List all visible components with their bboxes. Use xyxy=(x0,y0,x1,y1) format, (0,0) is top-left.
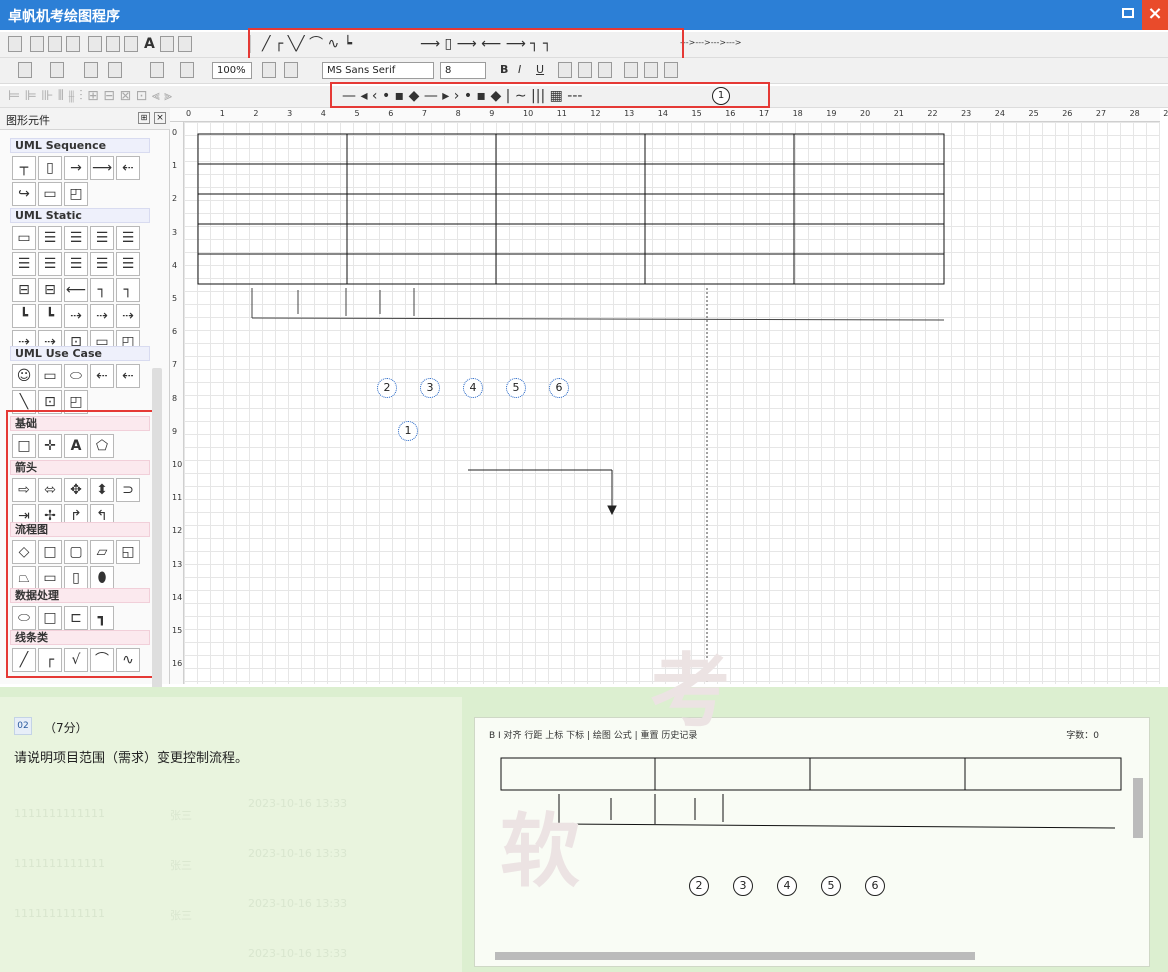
circle-6[interactable]: 6 xyxy=(549,378,569,398)
watermark-timestamp: 2023-10-16 13:33 xyxy=(248,797,348,810)
big-watermark-1: 软 xyxy=(500,805,580,898)
editor-circle-2: 2 xyxy=(689,876,709,896)
watermark-code: 1111111111111 xyxy=(14,807,105,820)
editor-scrollbar[interactable] xyxy=(1133,778,1143,838)
editor-circle-4: 4 xyxy=(777,876,797,896)
circle-4[interactable]: 4 xyxy=(463,378,483,398)
editor-circle-5: 5 xyxy=(821,876,841,896)
watermark-code-3: 1111111111111 xyxy=(14,907,105,920)
question-number: 02 xyxy=(14,717,32,735)
question-pane: 02 （7分） 请说明项目范围（需求）变更控制流程。 1111111111111… xyxy=(0,645,1168,972)
watermark-user-3: 张三 xyxy=(170,909,192,922)
circle-3[interactable]: 3 xyxy=(420,378,440,398)
circle-2[interactable]: 2 xyxy=(377,378,397,398)
diagram-table[interactable] xyxy=(197,133,945,285)
question-panel: 02 （7分） 请说明项目范围（需求）变更控制流程。 1111111111111… xyxy=(0,697,462,972)
editor-circle-6: 6 xyxy=(865,876,885,896)
question-points: （7分） xyxy=(44,721,88,735)
app-root: 卓帆机考绘图程序 × A ╱ ┌ ╲╱ ⌒ ∿ ┕ ⟶ ▯ ⟶ ⟵ ⟶ ┐ ┐ … xyxy=(0,0,1168,972)
bent-arrow[interactable] xyxy=(468,469,617,516)
timeline[interactable] xyxy=(251,288,945,684)
watermark-timestamp-2: 2023-10-16 13:33 xyxy=(248,847,348,860)
question-text: 请说明项目范围（需求）变更控制流程。 xyxy=(14,751,249,766)
editor-circle-3: 3 xyxy=(733,876,753,896)
circle-1[interactable]: 1 xyxy=(398,421,418,441)
editor-hscrollbar[interactable] xyxy=(495,952,975,960)
watermark-timestamp-4: 2023-10-16 13:33 xyxy=(248,947,348,960)
watermark-timestamp-3: 2023-10-16 13:33 xyxy=(248,897,348,910)
watermark-code-2: 1111111111111 xyxy=(14,857,105,870)
watermark-user: 张三 xyxy=(170,809,192,822)
big-watermark-2: 考 xyxy=(650,645,730,738)
circle-5[interactable]: 5 xyxy=(506,378,526,398)
watermark-user-2: 张三 xyxy=(170,859,192,872)
